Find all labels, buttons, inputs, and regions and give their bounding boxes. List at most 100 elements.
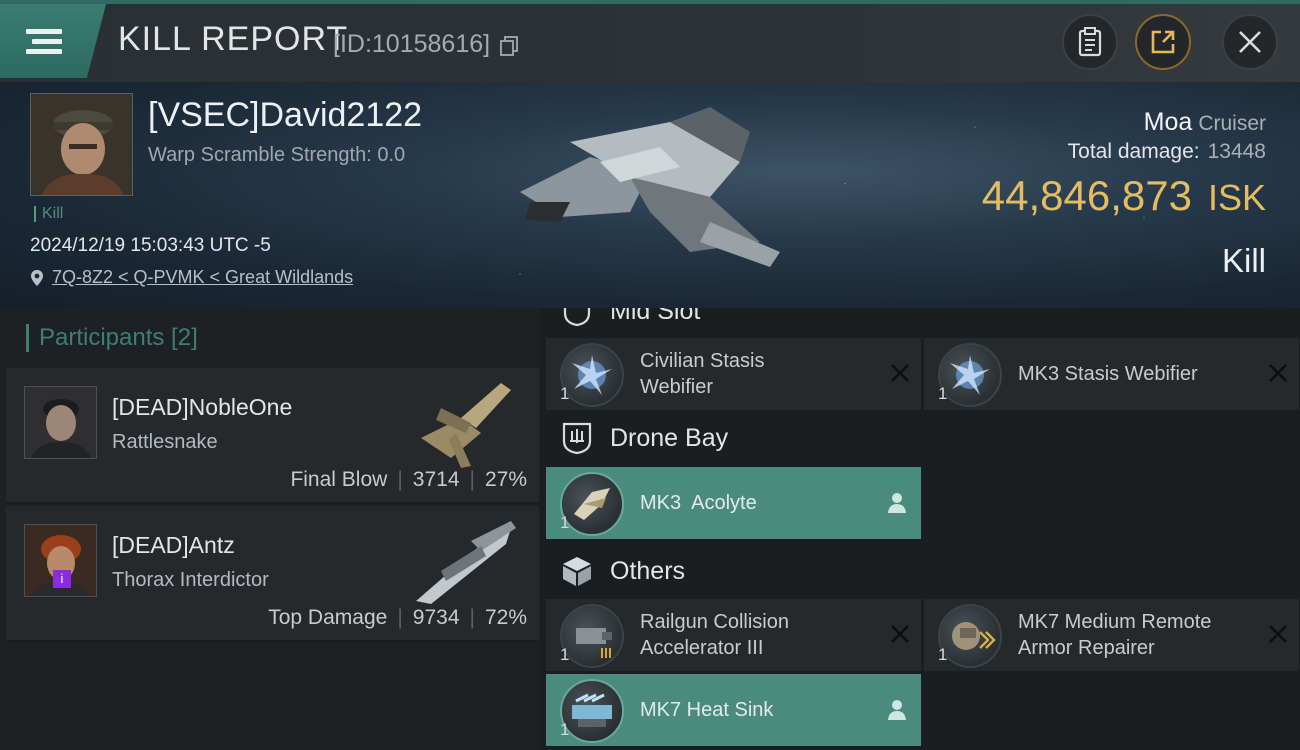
fitting-item[interactable]: 1 Civilian Stasis Webifier (546, 338, 921, 410)
victim-avatar[interactable] (30, 93, 133, 196)
item-name-line1: MK3 Acolyte (640, 492, 757, 514)
item-quantity: 1 (560, 645, 570, 664)
isk-amount: 44,846,873 (981, 172, 1192, 219)
kill-timestamp: 2024/12/19 15:03:43 UTC -5 (30, 235, 271, 256)
victim-ship-image (520, 107, 780, 267)
item-name-line1: MK7 Heat Sink (640, 699, 774, 721)
item-quantity: 1 (560, 720, 570, 739)
section-mid-slot: Mid Slot (560, 308, 700, 328)
total-damage: Total damage: 13448 (1068, 140, 1266, 164)
section-title: Others (610, 556, 686, 585)
item-name-line1: MK3 Stasis Webifier (1018, 363, 1198, 385)
item-icon (938, 604, 1002, 668)
person-icon (888, 493, 906, 513)
stat-divider: | (469, 606, 475, 629)
share-button[interactable] (1135, 14, 1191, 70)
close-icon (1239, 31, 1261, 53)
item-name-line1: Civilian Stasis (640, 350, 765, 372)
participant-avatar[interactable] (24, 386, 97, 459)
participant-stats: Final Blow | 3714 | 27% (290, 468, 527, 492)
item-icon (560, 343, 624, 407)
fitting-item[interactable]: 1 MK7 Medium Remote Armor Repairer (924, 599, 1299, 671)
section-drone-bay: Drone Bay (560, 421, 728, 455)
drone-bay-icon (560, 421, 594, 455)
victim-ship: Moa Cruiser (1144, 108, 1266, 137)
section-title: Mid Slot (610, 308, 701, 325)
clipboard-button[interactable] (1062, 14, 1118, 70)
cube-icon (560, 554, 594, 588)
clipboard-icon (1078, 27, 1102, 57)
item-name-line1: MK7 Medium Remote (1018, 611, 1212, 633)
participant-ship: Rattlesnake (112, 431, 218, 453)
stat-divider: | (397, 606, 403, 629)
participant-role: Final Blow (290, 468, 388, 491)
item-name: MK3 Acolyte (640, 490, 757, 516)
participant-name[interactable]: [DEAD]NobleOne (112, 394, 292, 421)
victim-ship-name: Moa (1143, 108, 1193, 136)
fitting-item[interactable]: 1 MK3 Stasis Webifier (924, 338, 1299, 410)
copy-icon[interactable] (500, 36, 518, 56)
victim-banner: [VSEC]David2122 Warp Scramble Strength: … (0, 82, 1300, 308)
remove-x-icon[interactable] (1267, 623, 1289, 645)
item-name-line2: Armor Repairer (1018, 637, 1155, 659)
warp-scramble-strength: Warp Scramble Strength: 0.0 (148, 144, 406, 166)
item-name: MK7 Heat Sink (640, 697, 773, 723)
fitting-item[interactable]: 1 MK7 Heat Sink (546, 674, 921, 746)
header-accent-line (0, 0, 1300, 4)
menu-button[interactable] (0, 4, 106, 78)
item-name: Railgun Collision Accelerator III (640, 609, 789, 661)
remove-x-icon[interactable] (1267, 362, 1289, 384)
menu-icon (26, 24, 62, 59)
item-name-line2: Accelerator III (640, 637, 764, 659)
person-icon (888, 700, 906, 720)
share-icon (1151, 30, 1175, 54)
participant-percent: 72% (484, 606, 527, 629)
remove-x-icon[interactable] (889, 623, 911, 645)
stat-divider: | (469, 468, 475, 491)
report-result: Kill (1221, 242, 1266, 279)
participants-header: Participants [2] (26, 324, 198, 352)
participant-percent: 27% (484, 468, 527, 491)
item-name: MK7 Medium Remote Armor Repairer (1018, 609, 1211, 661)
participant-ship: Thorax Interdictor (112, 569, 269, 591)
remove-x-icon[interactable] (889, 362, 911, 384)
location-pin-icon (31, 269, 43, 286)
victim-name[interactable]: [VSEC]David2122 (148, 96, 422, 135)
total-damage-label: Total damage: (1067, 140, 1200, 163)
stat-divider: | (397, 468, 403, 491)
location-link[interactable]: 7Q-8Z2 < Q-PVMK < Great Wildlands (30, 267, 353, 288)
participant-name[interactable]: [DEAD]Antz (112, 532, 235, 559)
section-title: Drone Bay (610, 423, 729, 452)
isk-unit: ISK (1207, 177, 1266, 218)
participant-stats: Top Damage | 9734 | 72% (268, 606, 527, 630)
isk-value: 44,846,873 ISK (982, 172, 1266, 220)
close-button[interactable] (1222, 14, 1278, 70)
item-quantity: 1 (560, 513, 570, 532)
header-bar: KILL REPORT [ID:10158616] (0, 0, 1300, 82)
item-name: MK3 Stasis Webifier (1018, 361, 1198, 387)
participant-damage: 9734 (412, 606, 460, 629)
item-quantity: 1 (938, 384, 948, 403)
item-name-line2: Webifier (640, 376, 713, 398)
report-id: [ID:10158616] (333, 30, 491, 58)
title-accent-bar (26, 324, 29, 352)
participant-card[interactable]: [DEAD]NobleOne Rattlesnake Final Blow | … (6, 368, 539, 504)
participants-title: Participants [2] (39, 324, 198, 351)
participant-damage: 3714 (412, 468, 460, 491)
item-icon (560, 472, 624, 536)
kill-tag: Kill (34, 206, 63, 222)
item-icon (560, 679, 624, 743)
fitting-item[interactable]: 1 MK3 Acolyte (546, 467, 921, 539)
fitting-panel[interactable]: Mid Slot 1 Civilian Stasis Webifier 1 MK… (540, 308, 1300, 750)
item-icon (938, 343, 1002, 407)
total-damage-value: 13448 (1207, 140, 1266, 163)
page-title: KILL REPORT (118, 20, 349, 58)
participant-card[interactable]: i [DEAD]Antz Thorax Interdictor Top Dama… (6, 506, 539, 642)
section-others: Others (560, 554, 685, 588)
item-name: Civilian Stasis Webifier (640, 348, 764, 400)
item-name-line1: Railgun Collision (640, 611, 789, 633)
mid-slot-icon (560, 308, 594, 328)
fitting-item[interactable]: 1 Railgun Collision Accelerator III (546, 599, 921, 671)
victim-ship-class: Cruiser (1198, 112, 1266, 135)
location-text[interactable]: 7Q-8Z2 < Q-PVMK < Great Wildlands (52, 267, 353, 288)
